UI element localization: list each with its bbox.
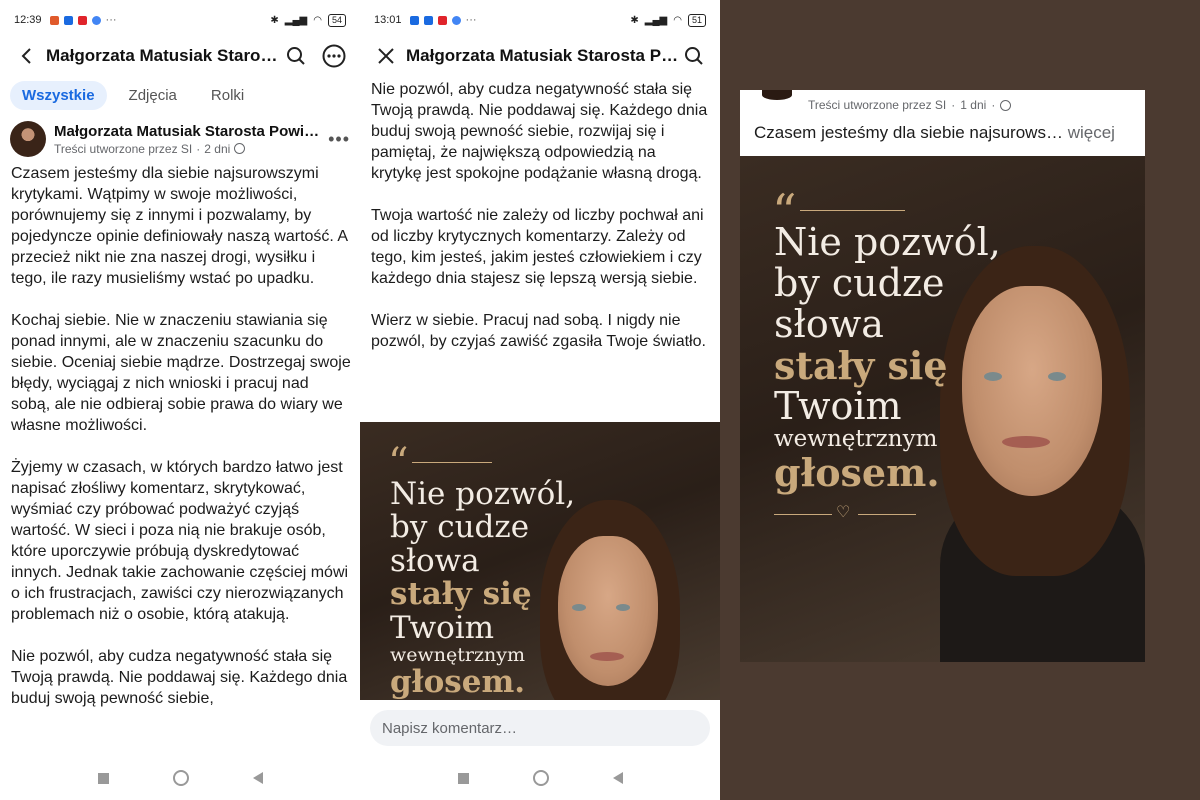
post-image[interactable]: “ Nie pozwól, by cudze słowa stały się T… — [740, 156, 1145, 662]
tab-all[interactable]: Wszystkie — [10, 80, 107, 110]
home-button[interactable] — [172, 770, 189, 786]
more-options-button[interactable] — [320, 42, 348, 70]
messenger-icon — [409, 15, 419, 25]
post-time: 2 dni — [204, 141, 231, 156]
post-paragraph: Nie pozwól, aby cudza negatywność stała … — [11, 648, 348, 707]
google-icon — [91, 15, 101, 25]
avatar — [762, 90, 792, 100]
more-circle-icon — [322, 44, 346, 68]
system-back-button[interactable] — [252, 772, 263, 784]
post-source: Treści utworzone przez SI — [808, 98, 947, 112]
back-arrow-icon — [21, 48, 31, 64]
status-bar: 13:01 ··· ✱ ▂▄▆ ◠ 51 — [360, 0, 720, 40]
heart-icon: ♡ — [836, 502, 851, 521]
post-paragraph: Kochaj siebie. Nie w znaczeniu stawiania… — [11, 312, 351, 434]
youtube-icon — [437, 15, 447, 25]
close-button[interactable] — [372, 42, 400, 70]
search-icon — [287, 47, 305, 65]
recents-button[interactable] — [457, 772, 469, 784]
post-image[interactable]: “ Nie pozwól, by cudze słowa stały się T… — [360, 422, 720, 712]
divider-right — [858, 514, 916, 515]
quote-text: Nie pozwól, by cudze słowa stały się Two… — [390, 476, 576, 700]
wifi-icon: ◠ — [313, 14, 322, 26]
signal-icon: ▂▄▆ — [644, 14, 668, 26]
post-source: Treści utworzone przez SI — [54, 141, 193, 156]
status-time: 12:39 — [14, 14, 42, 26]
comment-input[interactable] — [370, 710, 710, 746]
page-title: Małgorzata Matusiak Starosta Powiatu — [46, 46, 282, 65]
battery-icon: 54 — [327, 13, 346, 27]
app-bar: Małgorzata Matusiak Starosta Powiatu — [0, 38, 360, 74]
post-time: 1 dni — [960, 98, 987, 112]
avatar[interactable] — [10, 121, 46, 157]
bluetooth-icon: ✱ — [630, 14, 639, 26]
more-notifications-icon: ··· — [105, 14, 117, 26]
post-paragraph: Wierz w siebie. Pracuj nad sobą. I nigdy… — [371, 312, 706, 350]
tab-photos[interactable]: Zdjęcia — [117, 81, 189, 110]
filter-tabs: Wszystkie Zdjęcia Rolki — [0, 78, 360, 112]
post-paragraph: Czasem jesteśmy dla siebie najsurowszymi… — [11, 165, 348, 287]
youtube-icon — [77, 15, 87, 25]
comment-bar — [360, 700, 720, 756]
search-icon — [685, 47, 703, 65]
post-caption: Czasem jesteśmy dla siebie najsurows… wi… — [754, 123, 1115, 142]
post-paragraph: Żyjemy w czasach, w których bardzo łatwo… — [11, 459, 349, 623]
post-paragraph: Nie pozwól, aby cudza negatywność stała … — [371, 81, 708, 182]
globe-icon — [1000, 99, 1012, 111]
more-notifications-icon: ··· — [465, 14, 477, 26]
back-button[interactable] — [12, 42, 40, 70]
quote-rule — [800, 210, 905, 211]
quote-text: Nie pozwól, by cudze słowa stały się Two… — [774, 220, 1001, 495]
post-meta: Treści utworzone przez SI · 1 dni · — [808, 98, 1012, 112]
post-card: Treści utworzone przez SI · 1 dni · Czas… — [740, 90, 1145, 662]
system-nav-bar — [360, 756, 720, 800]
wifi-icon: ◠ — [673, 14, 682, 26]
globe-icon — [234, 143, 246, 154]
post-header: Małgorzata Matusiak Starosta Powiatu Tre… — [10, 118, 350, 160]
page-title: Małgorzata Matusiak Starosta Powiatu — [406, 46, 680, 65]
messenger-icon — [423, 15, 433, 25]
see-more-link[interactable]: więcej — [1068, 123, 1115, 142]
battery-icon: 51 — [687, 13, 706, 27]
post-author[interactable]: Małgorzata Matusiak Starosta Powiatu — [54, 123, 324, 140]
screen-1: 12:39 ··· ✱ ▂▄▆ ◠ 54 Małgorzata Matusiak… — [0, 0, 360, 800]
signal-icon: ▂▄▆ — [284, 14, 308, 26]
messenger-icon — [63, 15, 73, 25]
quote-rule — [412, 462, 492, 463]
system-nav-bar — [0, 756, 360, 800]
post-body: Czasem jesteśmy dla siebie najsurowszymi… — [11, 163, 352, 730]
close-icon — [378, 48, 394, 64]
search-button[interactable] — [680, 42, 708, 70]
post-body: Nie pozwól, aby cudza negatywność stała … — [371, 79, 710, 373]
home-button[interactable] — [532, 770, 549, 786]
alarm-icon — [49, 15, 59, 25]
post-paragraph: Twoja wartość nie zależy od liczby pochw… — [371, 207, 704, 287]
tab-reels[interactable]: Rolki — [199, 81, 256, 110]
status-bar: 12:39 ··· ✱ ▂▄▆ ◠ 54 — [0, 0, 360, 40]
divider-left — [774, 514, 832, 515]
recents-button[interactable] — [97, 772, 109, 784]
screen-2: 13:01 ··· ✱ ▂▄▆ ◠ 51 Małgorzata Matusiak… — [360, 0, 720, 800]
system-back-button[interactable] — [612, 772, 623, 784]
bluetooth-icon: ✱ — [270, 14, 279, 26]
search-button[interactable] — [282, 42, 310, 70]
post-options-button[interactable]: ••• — [328, 129, 350, 150]
google-icon — [451, 15, 461, 25]
status-time: 13:01 — [374, 14, 402, 26]
app-bar: Małgorzata Matusiak Starosta Powiatu — [360, 38, 720, 74]
